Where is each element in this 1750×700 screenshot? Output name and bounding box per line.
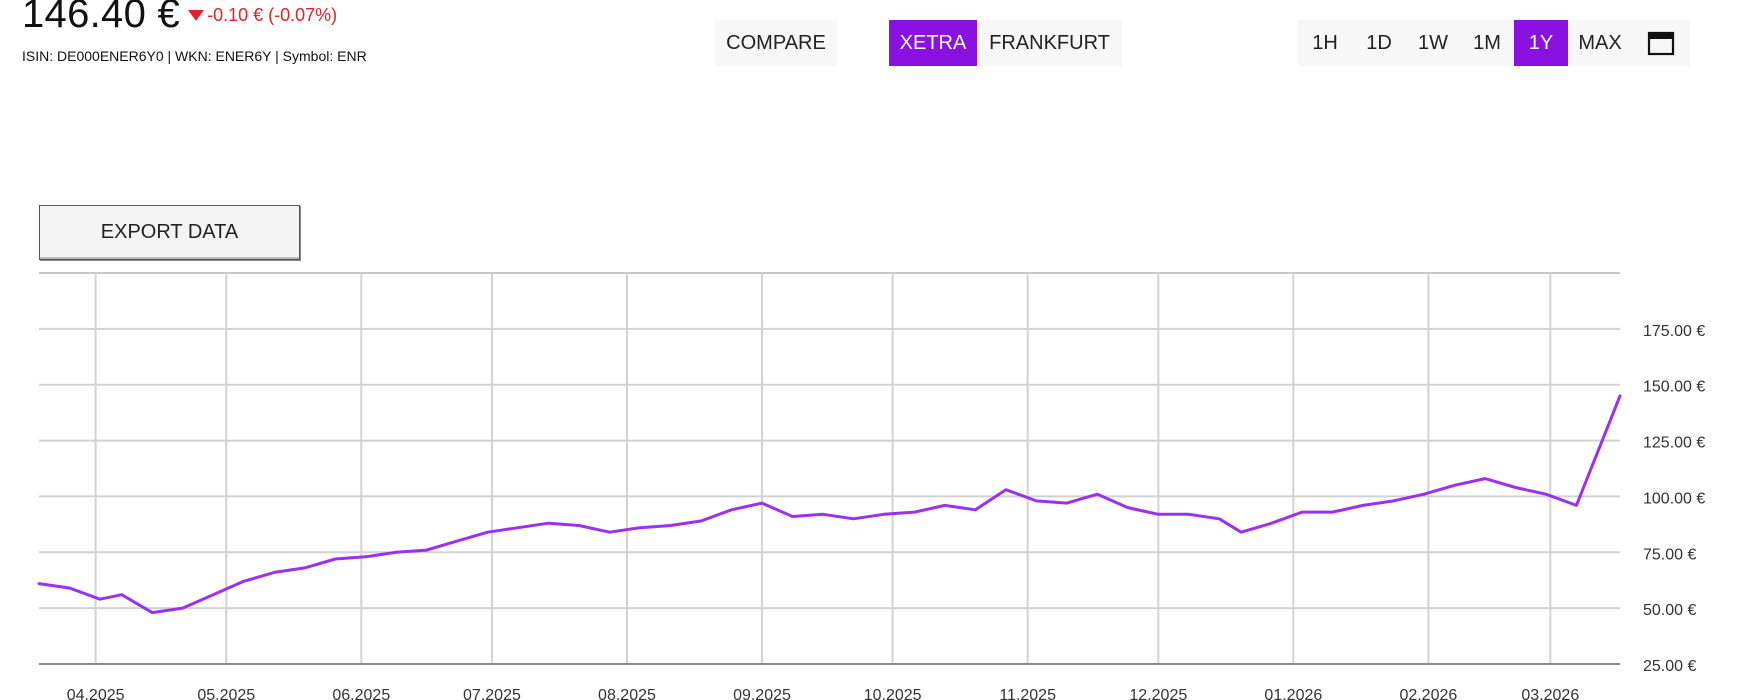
y-tick-label: 75.00 €	[1643, 546, 1696, 563]
range-1y[interactable]: 1Y	[1514, 20, 1568, 66]
price-chart: 175.00 € 150.00 € 125.00 € 100.00 € 75.00 € 5…	[37, 272, 1705, 700]
y-tick-label: 100.00 €	[1643, 490, 1705, 507]
y-tick-label: 175.00 €	[1643, 323, 1705, 340]
x-tick-label: 01.2026	[1264, 687, 1322, 700]
price-change-value: -0.10 € (-0.07%)	[207, 5, 338, 25]
x-tick-label: 04.2025	[67, 687, 125, 700]
range-1d[interactable]: 1D	[1352, 20, 1406, 66]
x-tick-label: 02.2026	[1399, 687, 1457, 700]
range-1m[interactable]: 1M	[1460, 20, 1514, 66]
x-tick-label: 09.2025	[733, 687, 791, 700]
price-change: -0.10 € (-0.07%)	[188, 5, 337, 26]
exchange-selector: XETRA FRANKFURT	[889, 20, 1122, 66]
x-tick-label: 08.2025	[598, 687, 656, 700]
x-tick-label: 07.2025	[463, 687, 521, 700]
y-tick-label: 50.00 €	[1643, 602, 1696, 619]
x-tick-label: 10.2025	[864, 687, 922, 700]
range-1w[interactable]: 1W	[1406, 20, 1460, 66]
down-arrow-icon	[188, 10, 205, 21]
export-data-button[interactable]: EXPORT DATA	[39, 205, 300, 260]
price-line	[37, 394, 1622, 615]
calendar-icon	[1647, 31, 1675, 56]
y-tick-label: 150.00 €	[1643, 379, 1705, 396]
range-1h[interactable]: 1H	[1298, 20, 1352, 66]
exchange-xetra[interactable]: XETRA	[889, 20, 977, 66]
x-tick-label: 06.2025	[332, 687, 390, 700]
range-max[interactable]: MAX	[1568, 20, 1632, 66]
exchange-frankfurt[interactable]: FRANKFURT	[977, 20, 1122, 66]
time-range-selector: 1H 1D 1W 1M 1Y MAX	[1298, 20, 1690, 66]
quote-page: 146.40 € -0.10 € (-0.07%) ISIN: DE000ENE…	[0, 0, 1750, 700]
y-tick-label: 125.00 €	[1643, 435, 1705, 452]
x-tick-label: 05.2025	[197, 687, 255, 700]
y-tick-label: 25.00 €	[1643, 658, 1696, 675]
last-price: 146.40 €	[22, 0, 181, 36]
x-tick-label: 03.2026	[1521, 687, 1579, 700]
x-tick-label: 12.2025	[1129, 687, 1187, 700]
compare-button[interactable]: COMPARE	[715, 20, 837, 66]
security-identifiers: ISIN: DE000ENER6Y0 | WKN: ENER6Y | Symbo…	[22, 48, 367, 64]
price-header: 146.40 € -0.10 € (-0.07%)	[22, 0, 337, 37]
calendar-button[interactable]	[1632, 20, 1690, 66]
x-tick-label: 11.2025	[999, 687, 1056, 700]
